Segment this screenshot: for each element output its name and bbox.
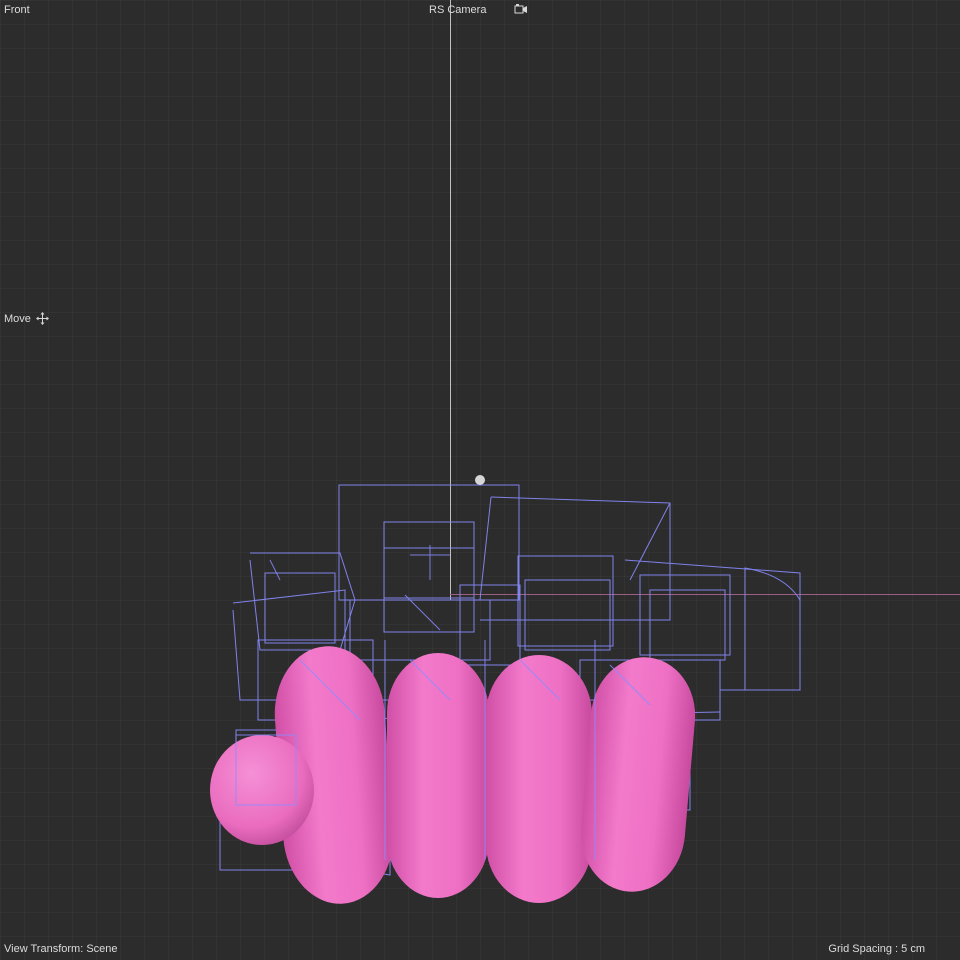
view-transform-label: View Transform: Scene bbox=[4, 943, 118, 955]
camera-target-handle[interactable] bbox=[475, 475, 485, 485]
grid-spacing-label: Grid Spacing : 5 cm bbox=[828, 943, 925, 955]
camera-name-label[interactable]: RS Camera bbox=[429, 3, 486, 17]
camera-icon[interactable] bbox=[514, 3, 528, 15]
viewport-front[interactable]: Front RS Camera Move View Transform: Sce… bbox=[0, 0, 960, 960]
move-icon bbox=[36, 312, 49, 325]
active-tool-label: Move bbox=[4, 313, 31, 325]
view-name-label[interactable]: Front bbox=[4, 3, 30, 17]
